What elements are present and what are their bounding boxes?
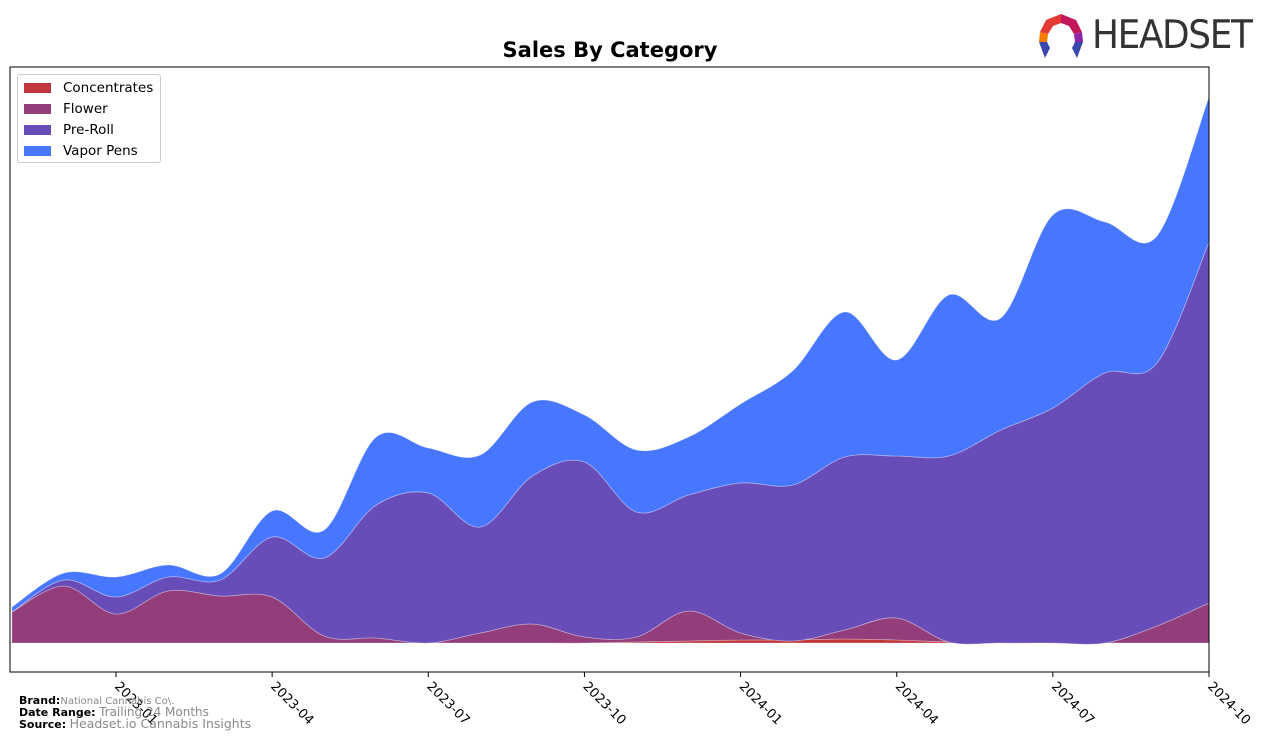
x-tick-label: 2024-10 <box>1204 679 1253 728</box>
x-tick-label: 2023-07 <box>423 679 472 728</box>
legend-label: Flower <box>63 101 108 117</box>
sales-by-category-chart: 2023-01 2023-04 2023-07 2023-10 2024-01 2024-… <box>9 66 1253 728</box>
legend-swatch-vapor-pens <box>24 146 51 156</box>
headset-logo-icon <box>1039 14 1083 58</box>
x-tick-label: 2024-04 <box>892 679 941 728</box>
legend: Concentrates Flower Pre-Roll Vapor Pens <box>17 74 161 163</box>
headset-logo: HEADSET <box>1036 12 1265 58</box>
footer-source: Source: Headset.io Cannabis Insights <box>19 716 252 731</box>
x-tick-label: 2024-01 <box>736 679 785 728</box>
legend-item-flower: Flower <box>24 100 108 118</box>
x-tick-label: 2024-07 <box>1048 679 1097 728</box>
logo-text: HEADSET <box>1092 12 1253 58</box>
legend-label: Vapor Pens <box>63 143 138 159</box>
legend-item-pre-roll: Pre-Roll <box>24 121 114 139</box>
legend-swatch-concentrates <box>24 83 51 93</box>
legend-item-concentrates: Concentrates <box>24 79 153 97</box>
source-label: Source: <box>19 718 67 731</box>
chart-footer: Brand:National Cannabis Co\. Date Range:… <box>19 695 251 730</box>
legend-label: Concentrates <box>63 80 154 96</box>
legend-item-vapor-pens: Vapor Pens <box>24 142 138 160</box>
source-value: Headset.io Cannabis Insights <box>69 716 252 731</box>
x-tick-label: 2023-04 <box>267 679 316 728</box>
x-tick-label: 2023-10 <box>580 679 629 728</box>
legend-swatch-flower <box>24 104 51 114</box>
legend-swatch-pre-roll <box>24 125 51 135</box>
legend-label: Pre-Roll <box>63 122 114 138</box>
